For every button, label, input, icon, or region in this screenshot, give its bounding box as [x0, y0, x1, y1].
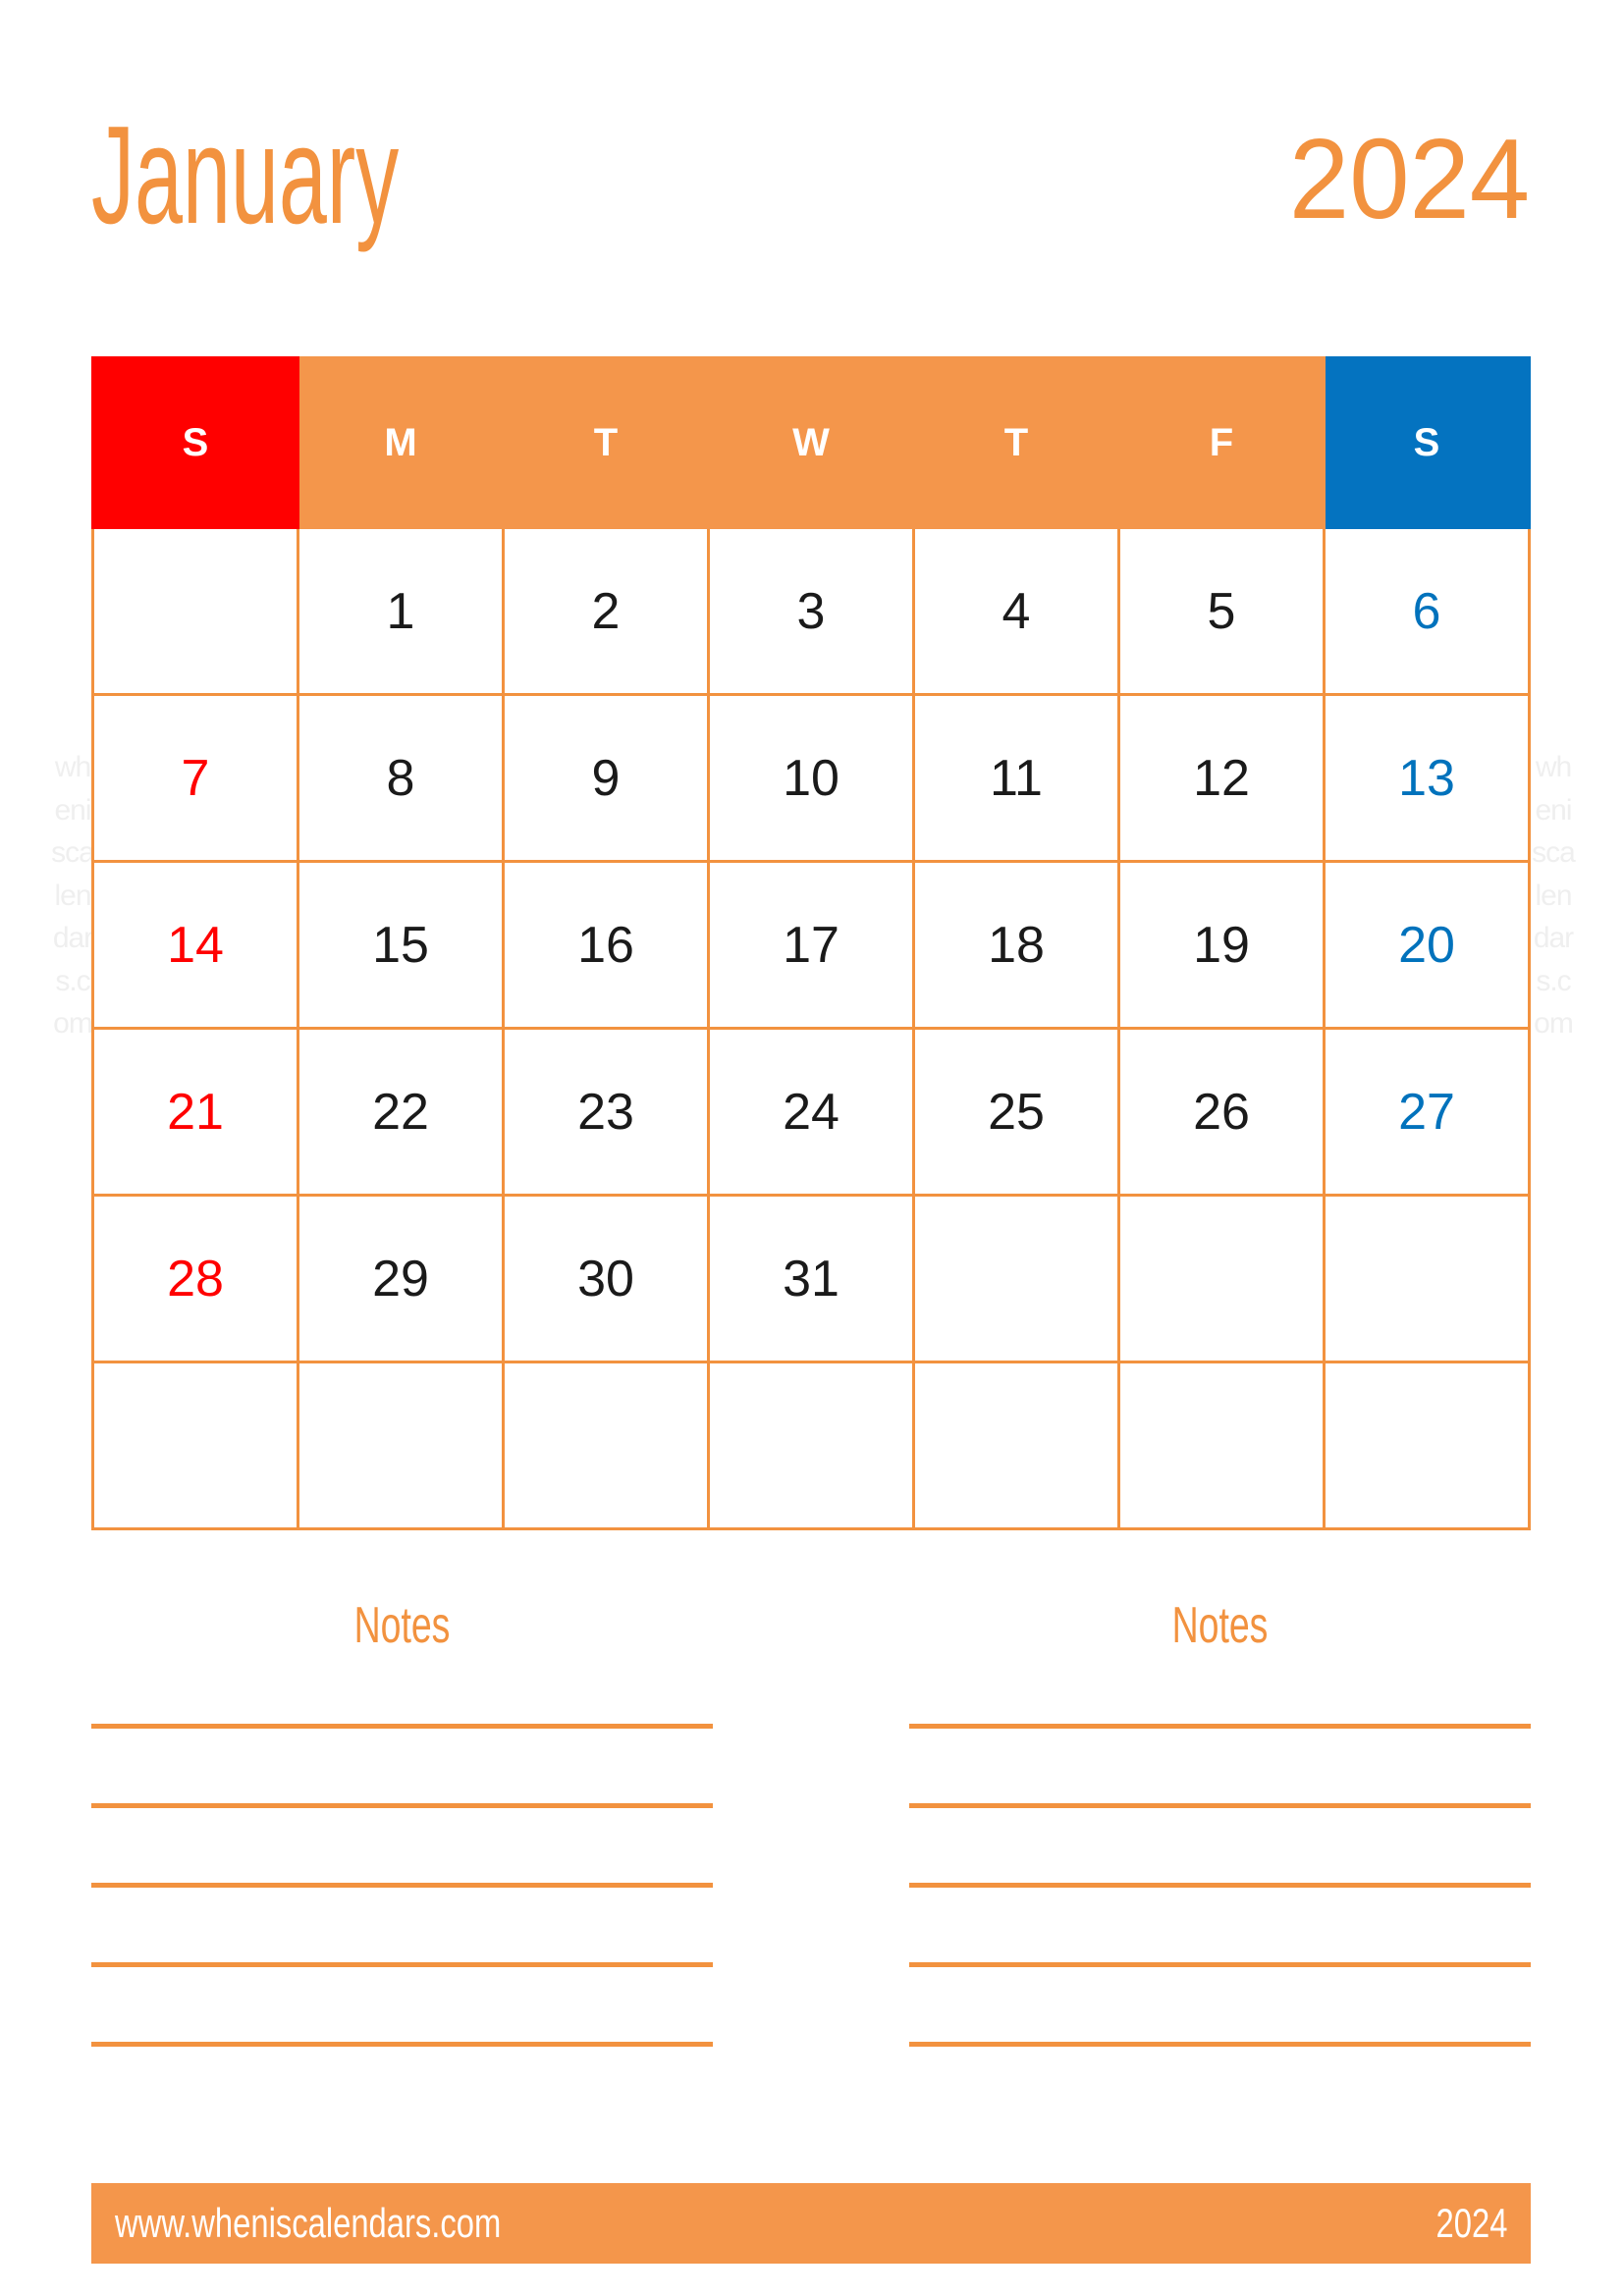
month-title: January — [91, 97, 400, 253]
note-line[interactable] — [91, 1724, 713, 1729]
weekday-header-1: M — [297, 356, 505, 529]
notes-column-right: Notes — [909, 1600, 1531, 2047]
weekday-header-2: T — [502, 356, 710, 529]
calendar-day-29[interactable]: 29 — [297, 1194, 505, 1363]
footer-year: 2024 — [1435, 2200, 1507, 2246]
note-line[interactable] — [91, 1803, 713, 1808]
calendar-week-row: 7 8 9 10 11 12 13 — [91, 693, 1531, 863]
calendar-day-22[interactable]: 22 — [297, 1027, 505, 1197]
calendar-day-28[interactable]: 28 — [91, 1194, 299, 1363]
calendar-day-20[interactable]: 20 — [1323, 860, 1531, 1030]
weekday-header-0: S — [91, 356, 299, 529]
calendar-day-16[interactable]: 16 — [502, 860, 710, 1030]
calendar-day-empty — [707, 1361, 915, 1530]
calendar-day-empty — [1117, 1361, 1326, 1530]
calendar-day-10[interactable]: 10 — [707, 693, 915, 863]
watermark-left: wheniscalendars.com — [51, 751, 95, 1040]
calendar-day-empty — [912, 1361, 1120, 1530]
note-line[interactable] — [909, 1803, 1531, 1808]
watermark-right: wheniscalendars.com — [1532, 751, 1576, 1040]
note-lines-left — [91, 1724, 713, 2047]
calendar-day-empty — [1117, 1194, 1326, 1363]
note-lines-right — [909, 1724, 1531, 2047]
calendar-day-23[interactable]: 23 — [502, 1027, 710, 1197]
calendar-day-6[interactable]: 6 — [1323, 526, 1531, 696]
calendar-body: 1 2 3 4 5 6 7 8 9 10 11 12 13 14 15 16 17 18 19 20 21 22 23 24 2… — [91, 526, 1531, 1530]
calendar-day-18[interactable]: 18 — [912, 860, 1120, 1030]
footer-website-link[interactable]: www.wheniscalendars.com — [115, 2203, 501, 2244]
calendar-day-25[interactable]: 25 — [912, 1027, 1120, 1197]
page-title: January 2024 — [91, 97, 1530, 253]
calendar-day-empty — [1323, 1361, 1531, 1530]
calendar-day-27[interactable]: 27 — [1323, 1027, 1531, 1197]
calendar-day-1[interactable]: 1 — [297, 526, 505, 696]
calendar-day-4[interactable]: 4 — [912, 526, 1120, 696]
calendar-day-8[interactable]: 8 — [297, 693, 505, 863]
notes-column-left: Notes — [91, 1600, 713, 2047]
calendar-day-14[interactable]: 14 — [91, 860, 299, 1030]
calendar-day-11[interactable]: 11 — [912, 693, 1120, 863]
weekday-header-6: S — [1323, 356, 1531, 529]
calendar-day-empty — [502, 1361, 710, 1530]
note-line[interactable] — [91, 2042, 713, 2047]
weekday-header-4: T — [912, 356, 1120, 529]
notes-section: Notes Notes — [91, 1600, 1531, 2047]
calendar-day-7[interactable]: 7 — [91, 693, 299, 863]
calendar-day-empty — [1323, 1194, 1531, 1363]
calendar-day-empty — [91, 1361, 299, 1530]
calendar-day-3[interactable]: 3 — [707, 526, 915, 696]
calendar-week-row: 123456 — [91, 526, 1531, 696]
footer-bar: www.wheniscalendars.com 2024 — [91, 2183, 1531, 2264]
calendar-week-row: 14 15 16 17 18 19 20 — [91, 860, 1531, 1030]
weekday-header-5: F — [1117, 356, 1326, 529]
note-line[interactable] — [91, 1962, 713, 1967]
calendar-page: January 2024 wheniscalendars.com whenisc… — [0, 0, 1624, 2296]
calendar-day-31[interactable]: 31 — [707, 1194, 915, 1363]
calendar-day-12[interactable]: 12 — [1117, 693, 1326, 863]
calendar-day-17[interactable]: 17 — [707, 860, 915, 1030]
calendar-day-19[interactable]: 19 — [1117, 860, 1326, 1030]
calendar-week-row: 21 22 23 24 25 26 27 — [91, 1027, 1531, 1197]
calendar-day-5[interactable]: 5 — [1117, 526, 1326, 696]
calendar-day-26[interactable]: 26 — [1117, 1027, 1326, 1197]
note-line[interactable] — [909, 1962, 1531, 1967]
calendar-day-empty — [912, 1194, 1120, 1363]
calendar-week-row — [91, 1361, 1531, 1530]
year-title: 2024 — [1288, 115, 1530, 242]
note-line[interactable] — [909, 1724, 1531, 1729]
calendar-grid: SMTWTFS 1 2 3 4 5 6 7 8 9 10 11 12 13 14 15 16 17 18 19 20 2… — [91, 356, 1531, 1530]
calendar-day-2[interactable]: 2 — [502, 526, 710, 696]
notes-title-right: Notes — [1171, 1597, 1269, 1654]
note-line[interactable] — [909, 1883, 1531, 1888]
calendar-week-row: 28 29 30 31 — [91, 1194, 1531, 1363]
calendar-day-21[interactable]: 21 — [91, 1027, 299, 1197]
weekday-header-3: W — [707, 356, 915, 529]
calendar-day-15[interactable]: 15 — [297, 860, 505, 1030]
calendar-day-30[interactable]: 30 — [502, 1194, 710, 1363]
note-line[interactable] — [909, 2042, 1531, 2047]
weekday-header-row: SMTWTFS — [91, 356, 1531, 529]
note-line[interactable] — [91, 1883, 713, 1888]
calendar-day-empty — [91, 526, 299, 696]
calendar-day-24[interactable]: 24 — [707, 1027, 915, 1197]
calendar-day-empty — [297, 1361, 505, 1530]
calendar-day-13[interactable]: 13 — [1323, 693, 1531, 863]
calendar-day-9[interactable]: 9 — [502, 693, 710, 863]
notes-title-left: Notes — [353, 1597, 451, 1654]
